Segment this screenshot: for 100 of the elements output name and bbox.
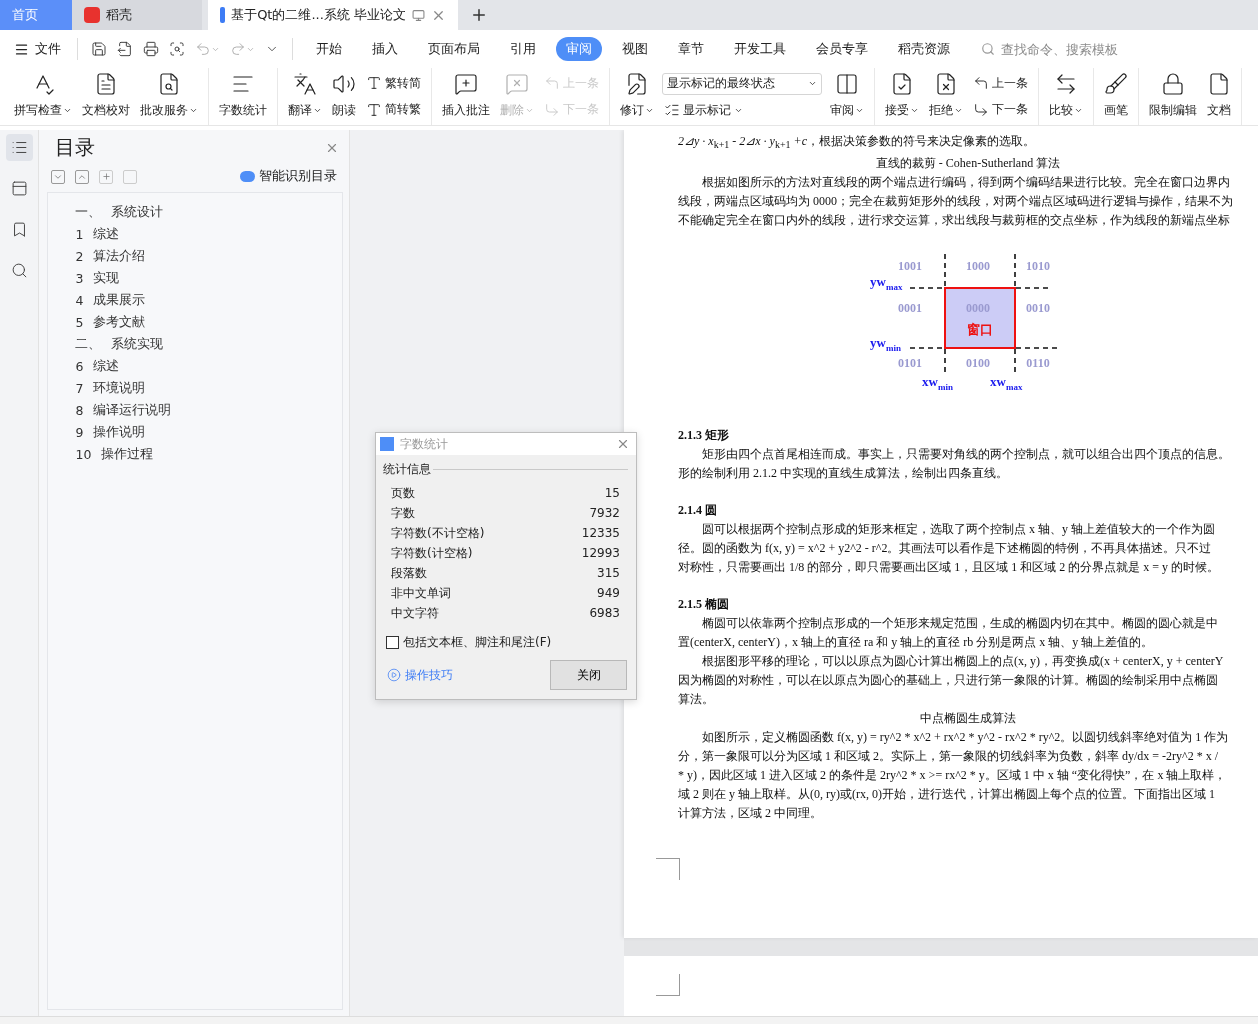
ribbon-button[interactable]: 繁转简	[364, 72, 423, 94]
comment-plus-icon	[454, 72, 478, 96]
section-heading: 2.1.3 矩形	[678, 427, 730, 445]
toc-entry[interactable]: 综述	[93, 357, 120, 375]
paragraph: 椭圆可以依靠两个控制点形成的一个矩形来规定范围，生成的椭圆内切在其中。椭圆的圆心就是中 置(centerX, centerY)，x 轴上的直径 ra 和 y 轴上的直径 rb 分别是两点 x 轴、y 轴上差值的。	[678, 615, 1219, 652]
document-logo-icon	[220, 7, 226, 23]
translate-icon	[293, 72, 317, 96]
tab-title: 稻壳	[106, 6, 133, 24]
close-button[interactable]: 关闭	[550, 660, 627, 690]
region-code: 0100	[966, 356, 990, 371]
menu-tab[interactable]: 章节	[668, 37, 714, 61]
menu-tab[interactable]: 开始	[306, 37, 352, 61]
monitor-icon[interactable]	[412, 8, 425, 22]
menu-tab[interactable]: 页面布局	[418, 37, 490, 61]
app-tab[interactable]: 基于Qt的二维...系统 毕业论文	[208, 0, 458, 30]
menu-tab[interactable]: 稻壳资源	[888, 37, 960, 61]
checkbox-label: 包括文本框、脚注和尾注(F)	[403, 634, 552, 651]
ribbon-button[interactable]: 比较	[1045, 68, 1087, 125]
caret-icon	[645, 106, 654, 115]
stat-value: 315	[597, 566, 620, 580]
toc-entry[interactable]: 成果展示	[93, 291, 146, 309]
menu-tab[interactable]: 视图	[612, 37, 658, 61]
collapse-up-icon[interactable]	[75, 169, 90, 184]
ribbon-button[interactable]: 拼写检查	[10, 68, 76, 125]
command-search-field[interactable]: 查找命令、搜索模板	[981, 40, 1139, 58]
ribbon-button[interactable]: 显示标记	[662, 99, 822, 121]
ribbon-button[interactable]: 下一条	[971, 99, 1030, 121]
ribbon-button[interactable]: 插入批注	[438, 68, 494, 125]
arrow-up-left-icon	[544, 75, 560, 92]
file-menu-button[interactable]: 文件	[8, 40, 67, 58]
ribbon-button[interactable]: 字数统计	[215, 68, 271, 125]
toc-number: 7	[75, 380, 84, 396]
ribbon-button[interactable]: 画笔	[1100, 68, 1132, 125]
panel-title: 目录	[55, 134, 96, 161]
section-heading: 2.1.4 圆	[678, 502, 718, 520]
markup-select[interactable]: 显示标记的最终状态	[662, 72, 822, 95]
comment-x-icon	[505, 72, 529, 96]
menu-tab[interactable]: 开发工具	[724, 37, 796, 61]
arrow-down-right-icon	[544, 101, 560, 118]
caret-icon	[189, 106, 198, 115]
dialog-title: 字数统计	[400, 435, 449, 453]
toc-entry[interactable]: 操作过程	[101, 445, 154, 463]
ribbon-button[interactable]: 拒绝	[925, 68, 967, 125]
toc-entry[interactable]: 实现	[93, 269, 120, 287]
toc-entry[interactable]: 系统实现	[111, 335, 164, 353]
include-checkbox[interactable]	[386, 636, 399, 649]
ribbon-button[interactable]: 修订	[616, 68, 658, 125]
stat-label: 字符数(不计空格)	[391, 524, 485, 542]
ribbon-button[interactable]: 接受	[881, 68, 923, 125]
tips-link[interactable]: 操作技巧	[387, 666, 453, 684]
toc-icon[interactable]	[5, 134, 33, 161]
document-x-icon	[934, 72, 958, 96]
ribbon-button[interactable]: 简转繁	[364, 99, 423, 121]
play-icon	[387, 668, 401, 682]
menu-tab[interactable]: 引用	[500, 37, 546, 61]
tab-title: 基于Qt的二维...系统 毕业论文	[231, 6, 406, 24]
ribbon-button[interactable]: 批改服务	[136, 68, 202, 125]
toc-number: 2	[75, 248, 84, 264]
region-code: 1010	[1026, 259, 1050, 274]
menu-icon	[14, 41, 29, 57]
ribbon-button[interactable]: 文档校对	[78, 68, 134, 125]
expand-down-icon[interactable]	[51, 169, 66, 184]
smart-toc-button[interactable]: 智能识别目录	[234, 167, 344, 186]
app-tab[interactable]: 稻壳	[72, 0, 202, 30]
stat-label: 中文字符	[391, 604, 439, 622]
stat-value: 6983	[589, 606, 620, 620]
ribbon-button[interactable]: 文档	[1203, 68, 1235, 125]
caret-icon	[313, 106, 322, 115]
region-code: 0101	[898, 356, 922, 371]
close-icon[interactable]	[616, 437, 630, 451]
document-check-icon	[890, 72, 914, 96]
caret-icon	[525, 106, 534, 115]
ribbon-button[interactable]: 朗读	[328, 68, 360, 125]
menu-tab[interactable]: 会员专享	[806, 37, 878, 61]
region-code: 1000	[966, 259, 990, 274]
toc-entry[interactable]: 系统设计	[111, 203, 164, 221]
caret-icon	[910, 106, 919, 115]
stat-value: 949	[597, 586, 620, 600]
toc-number: 8	[75, 402, 84, 418]
toc-entry[interactable]: 综述	[93, 225, 120, 243]
ribbon-button[interactable]: 限制编辑	[1145, 68, 1201, 125]
group-label: 统计信息	[383, 461, 431, 478]
toc-entry[interactable]: 参考文献	[93, 313, 146, 331]
ribbon-button[interactable]: 审阅	[826, 68, 868, 125]
document-icon	[1207, 72, 1231, 96]
toc-entry[interactable]: 操作说明	[93, 423, 146, 441]
document-search-icon	[157, 72, 181, 96]
stat-label: 字数	[391, 504, 415, 522]
caret-icon	[63, 106, 72, 115]
menu-tab[interactable]: 插入	[362, 37, 408, 61]
toc-entry[interactable]: 编译运行说明	[93, 401, 172, 419]
toc-number: 6	[75, 358, 84, 374]
stat-label: 字符数(计空格)	[391, 544, 473, 562]
ribbon-button[interactable]: 上一条	[971, 72, 1030, 94]
arrow-up-left-icon	[973, 75, 989, 92]
ribbon-button[interactable]: 翻译	[284, 68, 326, 125]
plus-icon[interactable]	[99, 169, 114, 184]
toc-entry[interactable]: 算法介绍	[93, 247, 146, 265]
toc-entry[interactable]: 环境说明	[93, 379, 146, 397]
arrow-down-right-icon	[973, 101, 989, 118]
